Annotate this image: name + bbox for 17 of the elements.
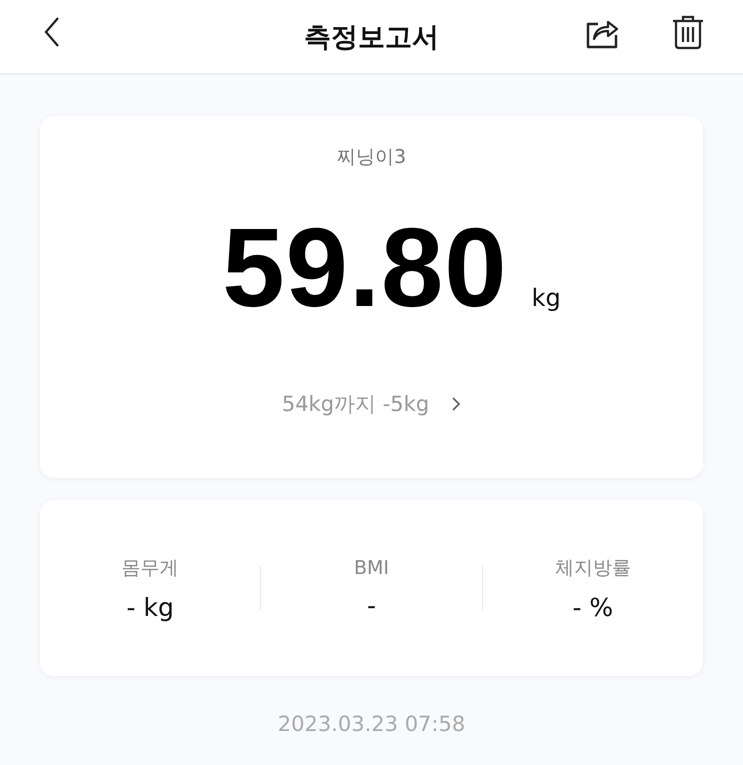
weight-value: 59.80 bbox=[222, 212, 508, 324]
metric-label: 체지방률 bbox=[554, 556, 631, 580]
weight-unit: kg bbox=[532, 284, 561, 312]
back-button[interactable] bbox=[43, 16, 61, 48]
goal-link[interactable]: 54kg까지 -5kg bbox=[282, 390, 462, 418]
delete-button[interactable] bbox=[671, 14, 705, 50]
timestamp: 2023.03.23 07:58 bbox=[276, 712, 466, 736]
metric-value: - bbox=[366, 590, 376, 620]
chevron-icon bbox=[451, 396, 462, 412]
profile-name: 찌닝이3 bbox=[336, 145, 406, 170]
metric-value: - kg bbox=[126, 592, 174, 622]
metric-label: BMI bbox=[354, 556, 389, 578]
trash-icon bbox=[671, 14, 705, 50]
page-title: 측정보고서 bbox=[304, 20, 439, 54]
metric-label: 몸무게 bbox=[122, 556, 179, 580]
back-icon bbox=[43, 16, 61, 48]
metric-value: - % bbox=[572, 592, 614, 622]
